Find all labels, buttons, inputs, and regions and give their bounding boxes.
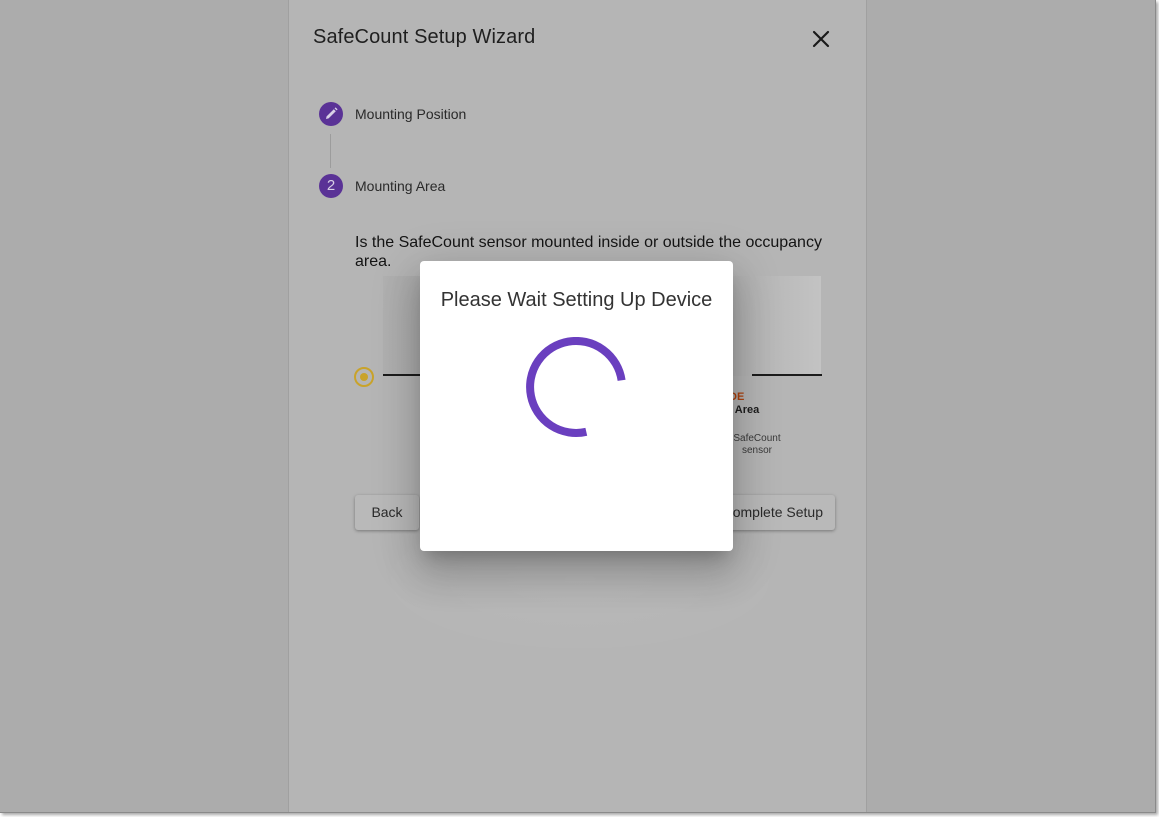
sensor-caption: SafeCount sensor — [733, 433, 781, 456]
step-1-label[interactable]: Mounting Position — [355, 106, 466, 122]
step-2-label[interactable]: Mounting Area — [355, 178, 445, 194]
mounting-area-radio[interactable] — [354, 367, 374, 387]
step-2-circle[interactable]: 2 — [319, 174, 343, 198]
wizard-title: SafeCount Setup Wizard — [313, 26, 536, 48]
step-connector — [330, 134, 331, 168]
step-1-circle[interactable] — [319, 102, 343, 126]
loading-dialog: Please Wait Setting Up Device — [420, 261, 733, 551]
back-button[interactable]: Back — [355, 495, 419, 530]
dialog-title: Please Wait Setting Up Device — [440, 289, 713, 311]
radio-selected-dot — [360, 373, 368, 381]
floor-line — [752, 374, 822, 376]
app-window: SafeCount Setup Wizard Mounting Position… — [0, 0, 1156, 813]
loading-spinner-icon — [526, 337, 626, 437]
floor-line — [383, 374, 423, 376]
pencil-icon — [326, 107, 338, 119]
close-icon[interactable] — [809, 27, 833, 51]
